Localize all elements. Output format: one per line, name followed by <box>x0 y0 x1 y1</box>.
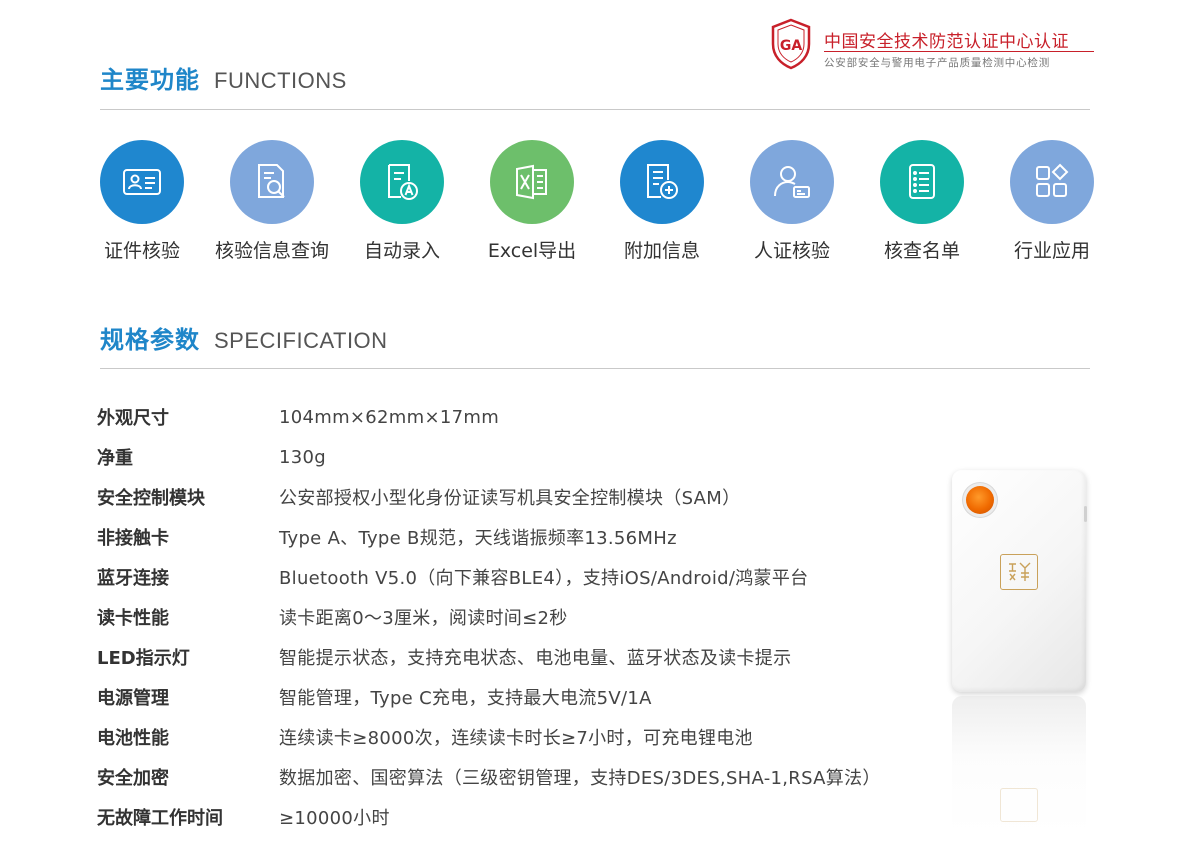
function-checklist: 核查名单 <box>860 140 984 263</box>
spec-row-encryption: 安全加密 数据加密、国密算法（三级密钥管理，支持DES/3DES,SHA-1,R… <box>97 757 937 797</box>
spec-row-security-module: 安全控制模块 公安部授权小型化身份证读写机具安全控制模块（SAM） <box>97 477 937 517</box>
function-label: 自动录入 <box>363 240 440 262</box>
spec-key: 外观尺寸 <box>97 408 169 429</box>
spec-key: 非接触卡 <box>97 528 169 549</box>
device-image <box>952 470 1087 692</box>
spec-value: 智能提示状态，支持充电状态、电池电量、蓝牙状态及读卡提示 <box>279 648 792 669</box>
function-icon-circle <box>490 140 574 224</box>
ga-badge-text: GA <box>780 38 802 54</box>
spec-value: Type A、Type B规范，天线谐振频率13.56MHz <box>279 528 677 549</box>
function-industry-apps: 行业应用 <box>990 140 1114 263</box>
document-search-icon <box>258 164 285 198</box>
function-auto-entry: 自动录入 <box>340 140 464 263</box>
apps-grid-icon <box>1036 163 1069 197</box>
functions-list: 证件核验 核验信息查询 自动录入 Excel导出 附加信息 人证核验 核查名单 … <box>80 140 1120 270</box>
spec-value: 连续读卡≥8000次，连续读卡时长≥7小时，可充电锂电池 <box>279 728 753 749</box>
spec-key: 读卡性能 <box>97 608 169 629</box>
function-icon-circle <box>1010 140 1094 224</box>
function-icon-circle <box>360 140 444 224</box>
function-excel-export: Excel导出 <box>470 140 594 263</box>
spec-key: 蓝牙连接 <box>97 568 169 589</box>
function-icon-circle <box>880 140 964 224</box>
spec-heading: 规格参数 SPECIFICATION <box>100 320 388 355</box>
function-icon-circle <box>620 140 704 224</box>
function-icon-circle <box>230 140 314 224</box>
device-seal-logo <box>1000 554 1038 590</box>
spec-key: 安全加密 <box>97 768 169 789</box>
spec-value: Bluetooth V5.0（向下兼容BLE4），支持iOS/Android/鸿… <box>279 568 809 589</box>
spec-table: 外观尺寸 104mm×62mm×17mm 净重 130g 安全控制模块 公安部授… <box>97 397 937 837</box>
function-icon-circle <box>100 140 184 224</box>
spec-title-cn: 规格参数 <box>100 326 200 354</box>
spec-value: 104mm×62mm×17mm <box>279 406 500 428</box>
function-verification-query: 核验信息查询 <box>210 140 334 263</box>
spec-key: 净重 <box>97 448 133 469</box>
ga-shield-icon: GA <box>771 18 811 70</box>
device-reflection <box>952 696 1086 836</box>
device-led-indicator <box>966 486 994 514</box>
device-reflection-seal <box>1000 788 1038 822</box>
spec-title-en: SPECIFICATION <box>214 328 388 353</box>
functions-title-en: FUNCTIONS <box>214 68 347 93</box>
function-icon-circle <box>750 140 834 224</box>
spec-row-contactless-card: 非接触卡 Type A、Type B规范，天线谐振频率13.56MHz <box>97 517 937 557</box>
auto-entry-icon <box>388 164 418 200</box>
spec-row-bluetooth: 蓝牙连接 Bluetooth V5.0（向下兼容BLE4），支持iOS/Andr… <box>97 557 937 597</box>
spec-value: ≥10000小时 <box>279 808 390 829</box>
function-label: 行业应用 <box>1013 240 1090 262</box>
spec-key: 无故障工作时间 <box>97 808 223 829</box>
spec-value: 智能管理，Type C充电，支持最大电流5V/1A <box>279 688 652 709</box>
spec-value: 读卡距离0～3厘米，阅读时间≤2秒 <box>279 608 568 629</box>
spec-key: LED指示灯 <box>97 648 190 669</box>
functions-divider <box>100 109 1090 110</box>
add-document-icon <box>647 164 678 199</box>
spec-row-weight: 净重 130g <box>97 437 937 477</box>
certification-subtitle: 公安部安全与警用电子产品质量检测中心检测 <box>824 57 1050 69</box>
id-card-icon <box>123 169 161 195</box>
function-label: 核验信息查询 <box>214 240 329 262</box>
certification-divider <box>824 51 1094 52</box>
spec-row-led: LED指示灯 智能提示状态，支持充电状态、电池电量、蓝牙状态及读卡提示 <box>97 637 937 677</box>
spec-row-mtbf: 无故障工作时间 ≥10000小时 <box>97 797 937 837</box>
spec-row-power: 电源管理 智能管理，Type C充电，支持最大电流5V/1A <box>97 677 937 717</box>
checklist-icon <box>909 164 935 199</box>
spec-value: 130g <box>279 446 326 468</box>
function-id-verification: 证件核验 <box>80 140 204 263</box>
function-label: 人证核验 <box>753 240 830 262</box>
function-label: Excel导出 <box>487 240 577 262</box>
function-person-id-verification: 人证核验 <box>730 140 854 263</box>
function-additional-info: 附加信息 <box>600 140 724 263</box>
spec-value: 数据加密、国密算法（三级密钥管理，支持DES/3DES,SHA-1,RSA算法） <box>279 768 881 789</box>
spec-divider <box>100 368 1090 369</box>
function-label: 附加信息 <box>623 240 700 262</box>
spec-key: 安全控制模块 <box>97 488 205 509</box>
person-verify-icon <box>774 166 810 198</box>
spec-row-dimensions: 外观尺寸 104mm×62mm×17mm <box>97 397 937 437</box>
spec-row-battery: 电池性能 连续读卡≥8000次，连续读卡时长≥7小时，可充电锂电池 <box>97 717 937 757</box>
spec-key: 电池性能 <box>97 728 169 749</box>
seal-icon <box>1009 562 1031 581</box>
spec-row-read-performance: 读卡性能 读卡距离0～3厘米，阅读时间≤2秒 <box>97 597 937 637</box>
functions-heading: 主要功能 FUNCTIONS <box>100 60 347 95</box>
certification-badge: GA 中国安全技术防范认证中心认证 公安部安全与警用电子产品质量检测中心检测 <box>770 18 1100 74</box>
function-label: 核查名单 <box>883 240 960 262</box>
certification-title: 中国安全技术防范认证中心认证 <box>824 32 1069 52</box>
spec-key: 电源管理 <box>97 688 169 709</box>
function-label: 证件核验 <box>103 240 180 262</box>
functions-title-cn: 主要功能 <box>100 66 200 94</box>
excel-icon <box>516 164 547 200</box>
device-side-button <box>1084 506 1087 522</box>
spec-value: 公安部授权小型化身份证读写机具安全控制模块（SAM） <box>279 488 741 509</box>
